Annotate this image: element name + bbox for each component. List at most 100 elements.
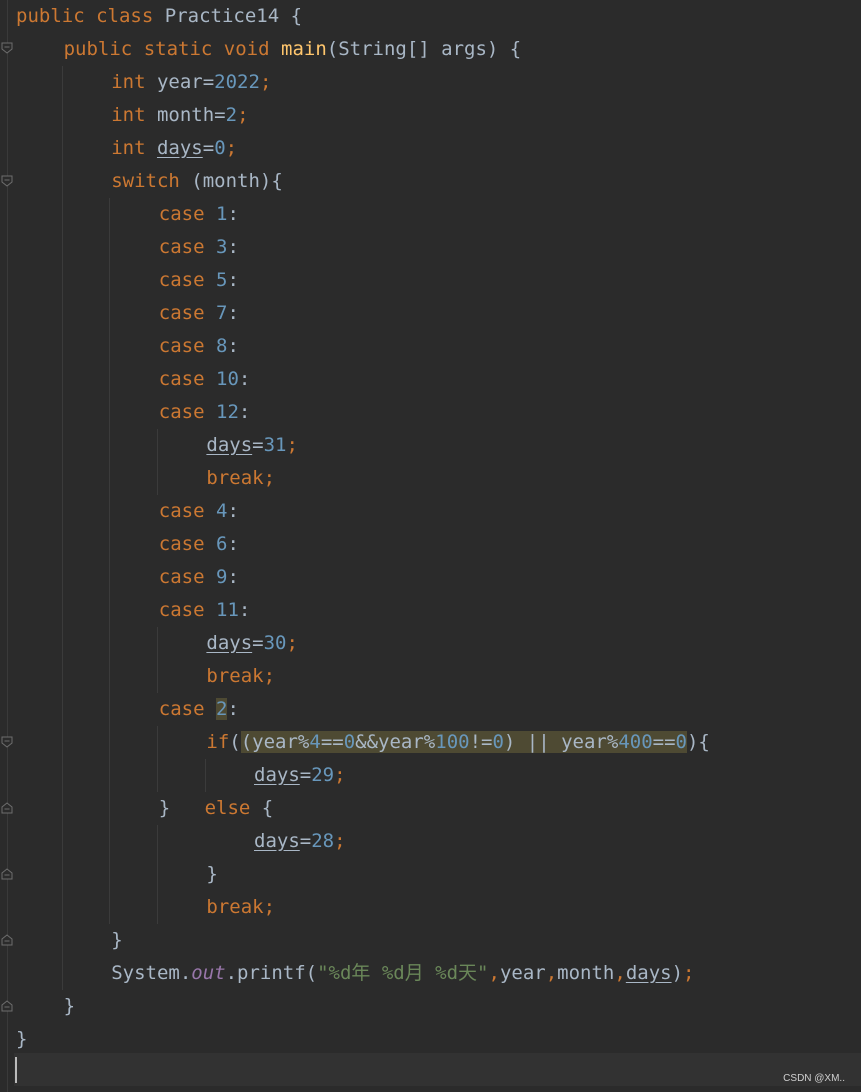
code-line-case: case 7: bbox=[159, 297, 239, 330]
operator: != bbox=[469, 731, 493, 753]
fold-close-icon[interactable] bbox=[1, 1000, 13, 1012]
keyword: case bbox=[158, 698, 205, 720]
semicolon: ; bbox=[237, 104, 249, 126]
identifier: days bbox=[206, 434, 253, 456]
semicolon: ; bbox=[263, 896, 276, 918]
number: 4 bbox=[216, 500, 228, 522]
semicolon: ; bbox=[286, 632, 298, 654]
number: 2 bbox=[225, 104, 238, 126]
code-line-days: int days=0; bbox=[111, 132, 237, 165]
highlighted-condition: (year%4==0&&year%100!=0) || year%400==0 bbox=[240, 731, 687, 753]
class-name: Practice14 bbox=[164, 5, 280, 27]
keyword: public bbox=[63, 38, 133, 60]
number: 5 bbox=[216, 269, 228, 291]
keyword: case bbox=[158, 269, 205, 291]
code-line-break: break; bbox=[206, 891, 275, 924]
code-line-case: case 9: bbox=[159, 561, 239, 594]
identifier: year= bbox=[156, 71, 215, 93]
number: 8 bbox=[216, 335, 228, 357]
operator: = bbox=[252, 434, 264, 456]
code-line-case: case 1: bbox=[159, 198, 239, 231]
comma: , bbox=[545, 962, 558, 984]
code-line-switch: switch (month){ bbox=[111, 165, 283, 198]
fold-open-icon[interactable] bbox=[1, 175, 13, 187]
operator: == bbox=[652, 731, 676, 753]
colon: : bbox=[227, 302, 239, 324]
colon: : bbox=[227, 269, 239, 291]
indent-guide bbox=[109, 198, 110, 924]
fold-close-icon[interactable] bbox=[1, 802, 13, 814]
semicolon: ; bbox=[263, 665, 276, 687]
comma: , bbox=[614, 962, 626, 984]
colon: : bbox=[227, 698, 239, 720]
keyword: switch bbox=[111, 170, 180, 192]
identifier: days bbox=[206, 632, 253, 654]
number: 0 bbox=[492, 731, 504, 753]
params: (String[] args) { bbox=[326, 38, 522, 60]
identifier: month= bbox=[156, 104, 226, 126]
operator: = bbox=[252, 632, 264, 654]
colon: : bbox=[227, 236, 239, 258]
text-caret bbox=[15, 1057, 17, 1083]
colon: : bbox=[227, 203, 239, 225]
code-editor[interactable]: public class Practice14 { public static … bbox=[0, 0, 861, 1092]
paren: ( bbox=[229, 731, 241, 753]
code-line-close: } bbox=[16, 1023, 27, 1056]
identifier: month bbox=[557, 962, 615, 984]
fold-open-icon[interactable] bbox=[1, 42, 13, 54]
keyword: int bbox=[111, 104, 146, 126]
expression: (month){ bbox=[191, 170, 283, 192]
code-line-case: case 11: bbox=[159, 594, 251, 627]
current-line-highlight[interactable] bbox=[14, 1053, 861, 1086]
brace: } bbox=[158, 797, 171, 819]
keyword: break bbox=[206, 467, 264, 489]
number: 0 bbox=[214, 137, 226, 159]
gutter-line bbox=[7, 0, 8, 1092]
code-line-case: case 3: bbox=[159, 231, 239, 264]
code-line-printf: System.out.printf("%d年 %d月 %d天",year,mon… bbox=[111, 957, 694, 990]
keyword: case bbox=[158, 533, 205, 555]
comma: , bbox=[488, 962, 500, 984]
expression: (year% bbox=[240, 731, 310, 753]
string-literal: "%d年 %d月 %d天" bbox=[317, 962, 489, 984]
semicolon: ; bbox=[286, 434, 298, 456]
fold-close-icon[interactable] bbox=[1, 868, 13, 880]
indent-guide bbox=[205, 759, 206, 792]
keyword: static bbox=[143, 38, 213, 60]
keyword: public bbox=[16, 5, 85, 27]
gutter bbox=[0, 0, 14, 1092]
number: 9 bbox=[216, 566, 228, 588]
brace: } bbox=[111, 929, 123, 951]
code-line-close: } bbox=[64, 990, 75, 1023]
keyword: int bbox=[111, 137, 146, 159]
keyword: case bbox=[158, 236, 205, 258]
operator: = bbox=[299, 764, 312, 786]
number: 6 bbox=[216, 533, 228, 555]
keyword: void bbox=[223, 38, 270, 60]
code-line-close: } bbox=[206, 858, 217, 891]
expression: &&year% bbox=[355, 731, 436, 753]
code-line-case: case 2: bbox=[159, 693, 239, 726]
operator: = bbox=[299, 830, 312, 852]
number: 2022 bbox=[214, 71, 260, 93]
colon: : bbox=[227, 566, 239, 588]
colon: : bbox=[238, 368, 251, 390]
brace: { bbox=[290, 5, 303, 27]
code-line-case: case 4: bbox=[159, 495, 239, 528]
code-line-year: int year=2022; bbox=[111, 66, 271, 99]
keyword: break bbox=[206, 896, 264, 918]
code-line-else: } else { bbox=[159, 792, 273, 825]
fold-open-icon[interactable] bbox=[1, 736, 13, 748]
semicolon: ; bbox=[334, 764, 346, 786]
number: 2 bbox=[216, 698, 228, 720]
fold-close-icon[interactable] bbox=[1, 934, 13, 946]
code-line-case: case 5: bbox=[159, 264, 239, 297]
number: 12 bbox=[216, 401, 239, 423]
number: 10 bbox=[216, 368, 239, 390]
number: 0 bbox=[675, 731, 687, 753]
code-line-class-decl: public class Practice14 { bbox=[16, 0, 302, 33]
keyword: case bbox=[158, 335, 205, 357]
brace: } bbox=[16, 1028, 28, 1050]
number: 0 bbox=[343, 731, 356, 753]
code-line-month: int month=2; bbox=[111, 99, 248, 132]
